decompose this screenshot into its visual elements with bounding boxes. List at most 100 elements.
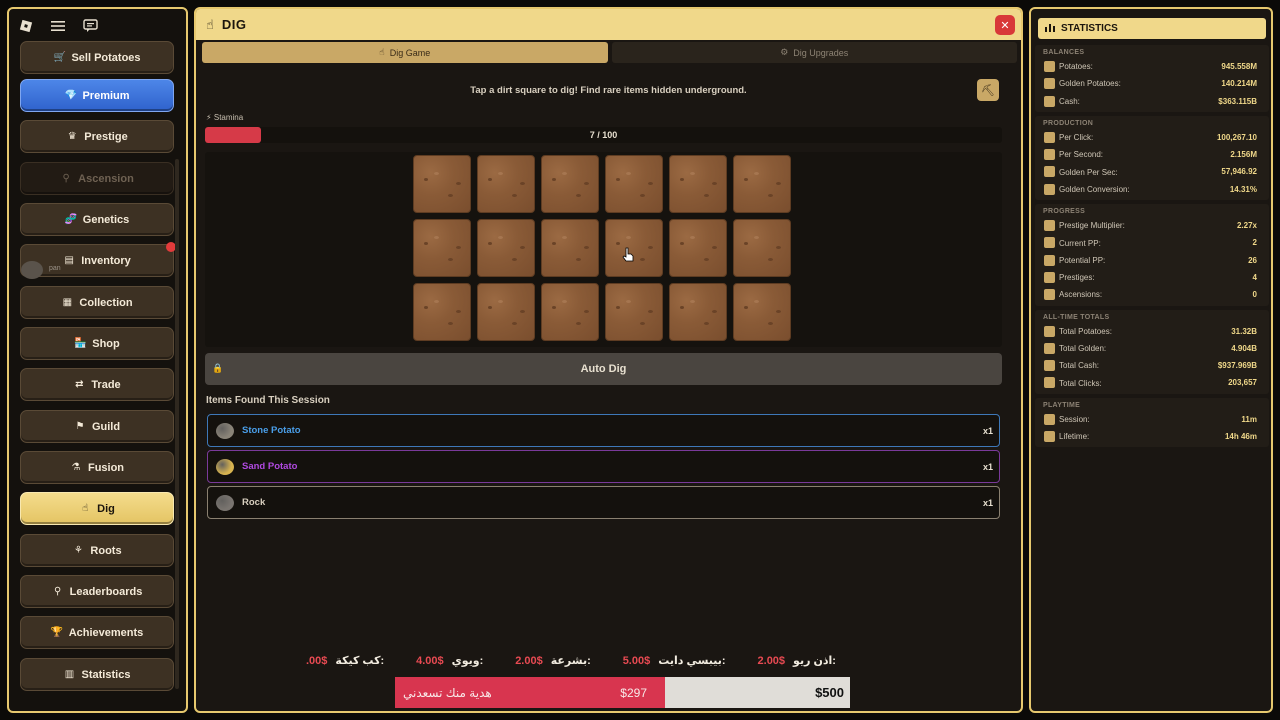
ticker-entry: 4.00$ ويوي: bbox=[416, 654, 483, 670]
shovel-tool-button[interactable]: ⛏ bbox=[977, 79, 999, 101]
sidebar-item-label: Guild bbox=[91, 420, 121, 433]
mouse-cursor-icon bbox=[621, 247, 635, 263]
stat-label: Prestige Multiplier: bbox=[1059, 221, 1125, 231]
shop-icon: 🏪 bbox=[74, 338, 87, 349]
chat-icon[interactable] bbox=[81, 17, 99, 35]
page-title: DIG bbox=[221, 17, 247, 32]
sidebar-item-label: Statistics bbox=[81, 668, 131, 681]
dirt-square[interactable] bbox=[733, 283, 791, 341]
stat-label: Lifetime: bbox=[1059, 432, 1090, 442]
sidebar-item-label: Genetics bbox=[82, 213, 130, 226]
sidebar-scrollbar[interactable] bbox=[175, 159, 179, 689]
sidebar-item-trade[interactable]: ⇄ Trade bbox=[20, 368, 174, 401]
found-item-sand-potato[interactable]: Sand Potato x1 bbox=[207, 450, 1000, 483]
sidebar-item-dig[interactable]: ☝ Dig bbox=[20, 492, 174, 525]
dirt-square[interactable] bbox=[605, 283, 663, 341]
sidebar-item-genetics[interactable]: 🧬 Genetics bbox=[20, 203, 174, 236]
sidebar-item-achievements[interactable]: 🏆 Achievements bbox=[20, 616, 174, 649]
sidebar-item-roots[interactable]: ⚘ Roots bbox=[20, 534, 174, 567]
auto-dig-label: Auto Dig bbox=[580, 363, 627, 375]
sidebar-item-label: Roots bbox=[90, 544, 122, 557]
dirt-square[interactable] bbox=[413, 219, 471, 277]
stat-label: Golden Potatoes: bbox=[1059, 79, 1121, 89]
sidebar-item-fusion[interactable]: ⚗ Fusion bbox=[20, 451, 174, 484]
inventory-icon: ▤ bbox=[64, 255, 74, 266]
sidebar-item-label: Ascension bbox=[78, 172, 134, 185]
stat-value: 2 bbox=[1252, 238, 1257, 248]
ticker-name: ويوي: bbox=[451, 655, 484, 667]
avatar[interactable] bbox=[21, 261, 43, 279]
dirt-square[interactable] bbox=[669, 283, 727, 341]
ticker-price: 4.00$ bbox=[416, 655, 444, 667]
ticker-name: اذن ريو: bbox=[793, 655, 836, 667]
panel-header: ☝ DIG bbox=[196, 9, 1021, 40]
sidebar-item-ascension[interactable]: ⚲ Ascension bbox=[20, 162, 174, 195]
sidebar-item-shop[interactable]: 🏪 Shop bbox=[20, 327, 174, 360]
tab-label: Dig Game bbox=[389, 47, 431, 58]
lightning-icon: ⚡ bbox=[206, 113, 212, 122]
sidebar-item-inventory[interactable]: ▤ Inventory bbox=[20, 244, 174, 277]
collection-icon: ▦ bbox=[62, 297, 73, 308]
stat-icon bbox=[1044, 78, 1055, 90]
dirt-square[interactable] bbox=[413, 155, 471, 213]
stat-icon bbox=[1044, 131, 1055, 143]
dirt-square[interactable] bbox=[541, 283, 599, 341]
stat-label: Cash: bbox=[1059, 96, 1080, 106]
sidebar-item-label: Collection bbox=[79, 296, 133, 309]
stat-value: 26 bbox=[1248, 255, 1257, 265]
sidebar-item-prestige[interactable]: ♛ Prestige bbox=[20, 120, 174, 153]
stats-section-production: PRODUCTION Per Click: 100,267.10 Per Second… bbox=[1035, 115, 1269, 201]
dirt-square[interactable] bbox=[477, 283, 535, 341]
ticker-name: بيبسي دايت: bbox=[658, 655, 726, 667]
dirt-square[interactable] bbox=[541, 219, 599, 277]
stat-row-session: Session: 11m bbox=[1039, 411, 1265, 428]
achievements-icon: 🏆 bbox=[50, 627, 64, 638]
ticker-price: 2.00$ bbox=[757, 655, 786, 667]
dirt-square[interactable] bbox=[413, 283, 471, 341]
dirt-square[interactable] bbox=[733, 219, 791, 277]
stat-row-potatoes: Potatoes: 945.558M bbox=[1039, 58, 1265, 75]
sand-potato-icon bbox=[216, 459, 234, 475]
sidebar-item-collection[interactable]: ▦ Collection bbox=[20, 286, 174, 319]
dirt-square[interactable] bbox=[477, 219, 535, 277]
menu-icon[interactable] bbox=[49, 17, 67, 35]
ticker-price: 2.00$ bbox=[515, 655, 543, 667]
prestige-icon: ♛ bbox=[67, 131, 77, 142]
sidebar-item-leaderboards[interactable]: ⚲ Leaderboards bbox=[20, 575, 174, 608]
stat-icon bbox=[1044, 271, 1055, 283]
stamina-text: 7 / 100 bbox=[589, 130, 618, 140]
stat-label: Total Clicks: bbox=[1059, 378, 1102, 388]
ticker-price: .00$ bbox=[306, 655, 328, 667]
dirt-square[interactable] bbox=[605, 155, 663, 213]
dirt-square[interactable] bbox=[541, 155, 599, 213]
sidebar-item-premium[interactable]: 💎 Premium bbox=[20, 79, 174, 112]
dirt-square[interactable] bbox=[669, 155, 727, 213]
sidebar-item-statistics[interactable]: ▥ Statistics bbox=[20, 658, 174, 691]
shovel-icon: ⛏ bbox=[981, 84, 995, 97]
found-item-stone-potato[interactable]: Stone Potato x1 bbox=[207, 414, 1000, 447]
donation-current: $297 bbox=[620, 685, 647, 700]
stat-row-potential-pp: Potential PP: 26 bbox=[1039, 252, 1265, 269]
close-button[interactable]: ✕ bbox=[995, 15, 1015, 35]
auto-dig-button[interactable]: 🔒 Auto Dig bbox=[205, 353, 1002, 385]
tab-dig-upgrades[interactable]: ⚙ Dig Upgrades bbox=[611, 42, 1017, 63]
stat-label: Total Potatoes: bbox=[1059, 326, 1112, 336]
sidebar-item-guild[interactable]: ⚑ Guild bbox=[20, 410, 174, 443]
donation-goal: $500 bbox=[815, 685, 844, 700]
ticker-price: 5.00$ bbox=[622, 655, 651, 667]
tab-dig-game[interactable]: ☝ Dig Game bbox=[202, 42, 608, 63]
stat-icon bbox=[1044, 377, 1055, 389]
stat-icon bbox=[1044, 149, 1055, 161]
items-found-title: Items Found This Session bbox=[206, 395, 330, 406]
stat-icon bbox=[1044, 325, 1055, 337]
dirt-square[interactable] bbox=[733, 155, 791, 213]
sidebar-item-sell-potatoes[interactable]: 🛒 Sell Potatoes bbox=[20, 41, 174, 74]
genetics-icon: 🧬 bbox=[64, 214, 78, 225]
dirt-square[interactable] bbox=[669, 219, 727, 277]
roblox-logo-icon[interactable] bbox=[17, 17, 35, 35]
item-count: x1 bbox=[982, 426, 993, 436]
found-item-rock[interactable]: Rock x1 bbox=[207, 486, 1000, 519]
dirt-square[interactable] bbox=[477, 155, 535, 213]
stat-icon bbox=[1044, 237, 1055, 249]
section-title: BALANCES bbox=[1043, 49, 1085, 56]
